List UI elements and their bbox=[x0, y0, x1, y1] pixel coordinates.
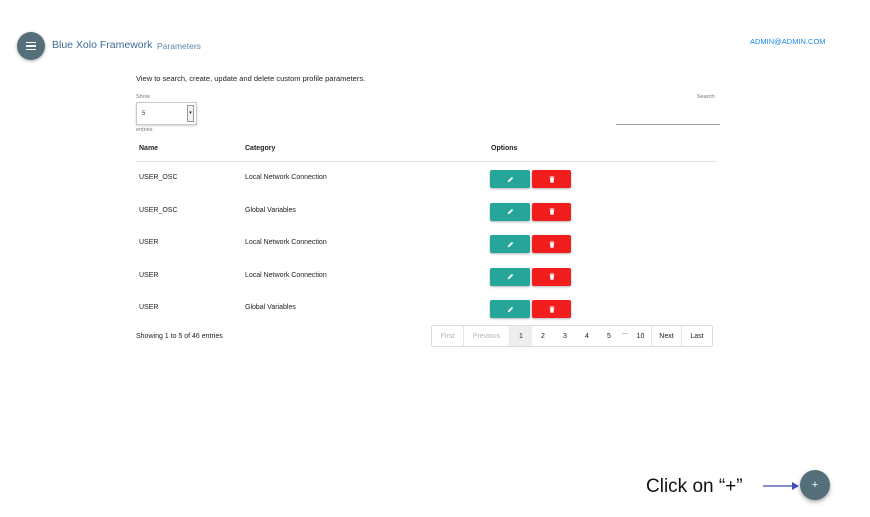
edit-button[interactable] bbox=[490, 170, 530, 188]
trash-icon bbox=[549, 305, 555, 313]
pagination-page-3[interactable]: 3 bbox=[554, 326, 576, 346]
cell-category: Local Network Connection bbox=[245, 271, 327, 279]
show-label: Show bbox=[136, 94, 150, 100]
delete-button[interactable] bbox=[532, 300, 571, 318]
delete-button[interactable] bbox=[532, 170, 571, 188]
cell-name: USER bbox=[139, 239, 159, 246]
user-account-link[interactable]: ADMIN@ADMIN.COM bbox=[750, 37, 826, 46]
edit-button[interactable] bbox=[490, 202, 530, 221]
entries-per-page-select[interactable]: 5 ▾ bbox=[136, 102, 197, 125]
trash-icon bbox=[549, 240, 555, 248]
table-body: USER_OSC Local Network Connection USER_OSC… bbox=[136, 162, 717, 325]
pagination-ellipsis: ... bbox=[622, 328, 628, 336]
edit-button[interactable] bbox=[490, 300, 530, 318]
cell-name: USER_OSC bbox=[139, 174, 178, 181]
table-header: Name Category Options bbox=[136, 138, 717, 162]
pencil-icon bbox=[507, 241, 514, 248]
search-input[interactable] bbox=[616, 110, 720, 125]
cell-category: Local Network Connection bbox=[245, 239, 327, 246]
table-row: USER Local Network Connection bbox=[136, 227, 717, 260]
table-row: USER Local Network Connection bbox=[136, 260, 717, 293]
table-row: USER_OSC Local Network Connection bbox=[136, 162, 717, 195]
pagination-next[interactable]: Next bbox=[652, 326, 682, 346]
pencil-icon bbox=[507, 176, 514, 183]
pagination-page-10[interactable]: 10 bbox=[630, 326, 652, 346]
pagination: First Previous 1 2 3 4 5 ... 10 Next Las… bbox=[431, 325, 713, 347]
pagination-page-4[interactable]: 4 bbox=[576, 326, 598, 346]
column-header-category[interactable]: Category bbox=[245, 145, 275, 152]
column-header-options: Options bbox=[491, 145, 518, 152]
delete-button[interactable] bbox=[532, 235, 571, 253]
trash-icon bbox=[549, 175, 555, 183]
delete-button[interactable] bbox=[532, 202, 571, 221]
entries-label: entries bbox=[136, 127, 153, 133]
page-description: View to search, create, update and delet… bbox=[136, 74, 366, 83]
pagination-page-5[interactable]: 5 bbox=[598, 326, 620, 346]
trash-icon bbox=[549, 208, 555, 215]
pencil-icon bbox=[507, 306, 514, 313]
pencil-icon bbox=[507, 208, 514, 215]
annotation-text: Click on “+” bbox=[646, 476, 743, 497]
edit-button[interactable] bbox=[490, 267, 530, 286]
cell-name: USER bbox=[139, 271, 159, 279]
table-info: Showing 1 to 5 of 46 entries bbox=[136, 333, 223, 340]
cell-name: USER bbox=[139, 304, 159, 311]
pagination-previous[interactable]: Previous bbox=[464, 326, 510, 346]
trash-icon bbox=[549, 273, 555, 280]
brand-title[interactable]: Blue Xolo Framework bbox=[52, 39, 152, 51]
cell-category: Local Network Connection bbox=[245, 174, 327, 181]
edit-button[interactable] bbox=[490, 235, 530, 253]
delete-button[interactable] bbox=[532, 267, 571, 286]
menu-button[interactable] bbox=[17, 32, 45, 60]
cell-category: Global Variables bbox=[245, 206, 296, 214]
pagination-page-2[interactable]: 2 bbox=[532, 326, 554, 346]
table-row: USER Global Variables bbox=[136, 292, 717, 325]
pagination-page-1[interactable]: 1 bbox=[510, 326, 532, 346]
parameters-table: Name Category Options USER_OSC Local Netw… bbox=[136, 138, 717, 325]
column-header-name[interactable]: Name bbox=[139, 145, 158, 152]
search-label: Search: bbox=[697, 94, 716, 100]
cell-name: USER_OSC bbox=[139, 206, 178, 214]
pencil-icon bbox=[507, 273, 514, 280]
table-row: USER_OSC Global Variables bbox=[136, 195, 717, 228]
cell-category: Global Variables bbox=[245, 304, 296, 311]
breadcrumb[interactable]: Parameters bbox=[157, 41, 201, 51]
add-parameter-button[interactable]: + bbox=[800, 470, 830, 500]
entries-per-page-value: 5 bbox=[142, 111, 146, 117]
dropdown-arrow-icon: ▾ bbox=[187, 105, 194, 122]
pagination-first[interactable]: First bbox=[432, 326, 464, 346]
annotation-arrow-icon bbox=[763, 482, 799, 490]
hamburger-menu-icon bbox=[26, 42, 36, 50]
pagination-last[interactable]: Last bbox=[682, 326, 712, 346]
